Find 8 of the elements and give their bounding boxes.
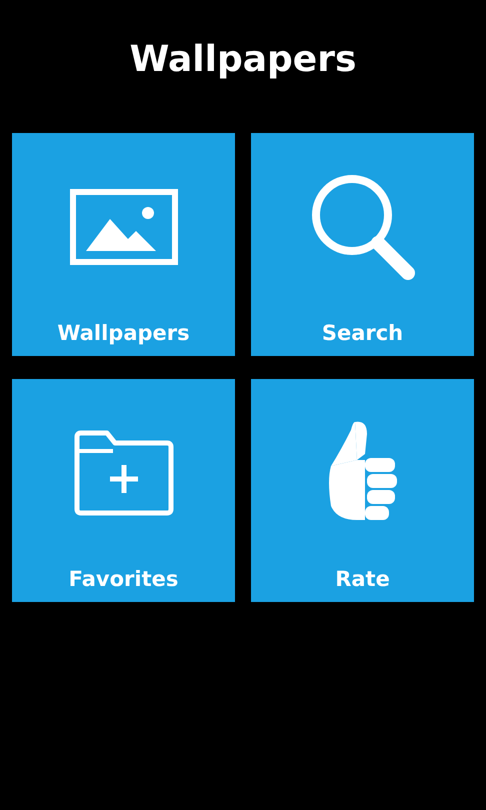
menu-tile[interactable]: Favorites (12, 379, 235, 602)
menu-tile[interactable]: Wallpapers (12, 133, 235, 356)
menu-tile[interactable]: Rate (251, 379, 474, 602)
image-icon (70, 188, 178, 264)
search-icon (310, 172, 416, 280)
menu-tile[interactable]: Search (251, 133, 474, 356)
folder-plus-icon (72, 428, 174, 516)
page-title: Wallpapers (128, 38, 358, 82)
